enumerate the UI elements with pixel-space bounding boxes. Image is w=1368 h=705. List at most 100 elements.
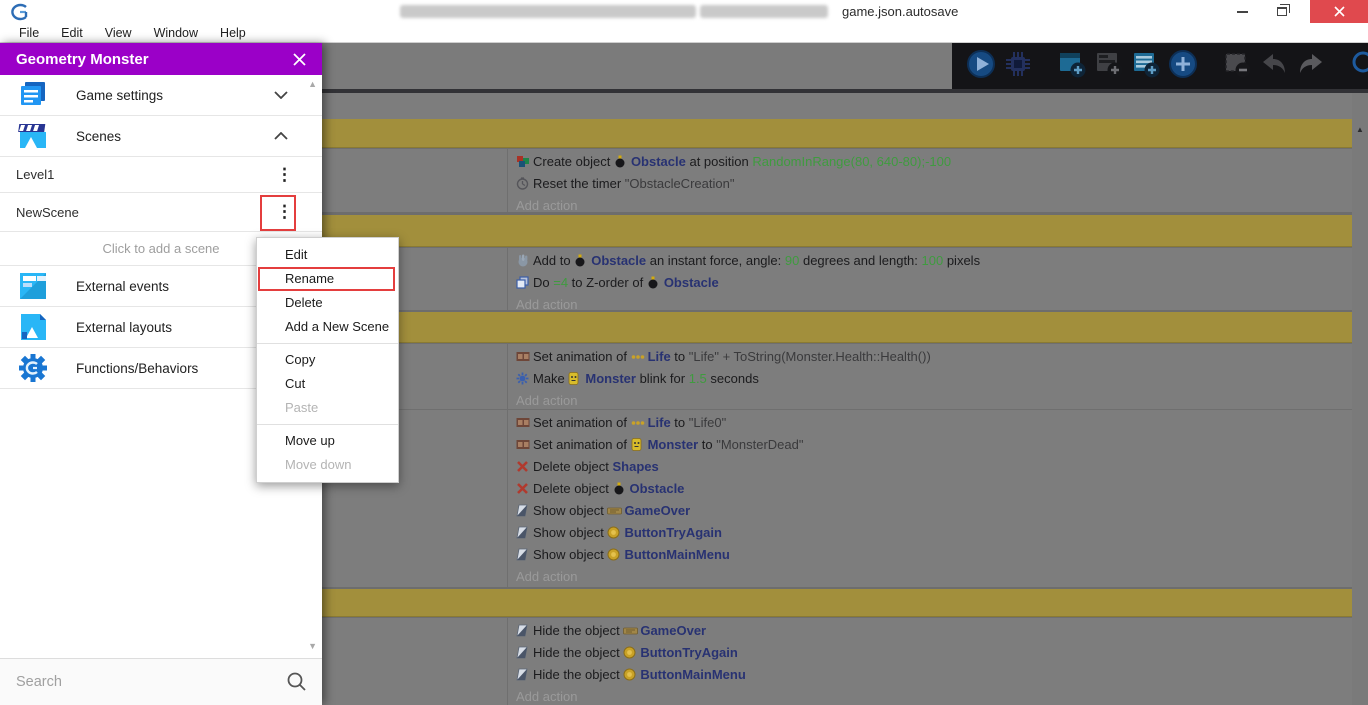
sidebar-item-scenes[interactable]: Scenes (0, 116, 322, 157)
project-title: Geometry Monster (16, 51, 149, 68)
text-segment: Do (533, 275, 553, 290)
text-segment: Show object (533, 547, 607, 562)
delete-x-icon (516, 482, 531, 495)
menu-help[interactable]: Help (209, 24, 257, 42)
button-gold-icon (607, 526, 622, 539)
event-action[interactable]: Delete object Obstacle (516, 478, 1352, 500)
kebab-menu-icon[interactable]: ⋮ (276, 207, 288, 217)
play-button[interactable] (966, 51, 996, 81)
debug-button[interactable] (1003, 51, 1033, 81)
event-action[interactable]: Hide the object GameOver (516, 620, 1352, 642)
add-subevent-button[interactable] (1094, 51, 1124, 81)
event-action[interactable]: Show object ButtonTryAgain (516, 522, 1352, 544)
event-action[interactable]: Make Monster blink for 1.5 seconds (516, 368, 1352, 390)
window-titlebar: game.json.autosave (0, 0, 1368, 24)
text-segment: Monster (648, 437, 699, 452)
context-menu-item-move-down: Move down (257, 453, 398, 477)
text-segment: Hide the object (533, 645, 623, 660)
search-button[interactable] (1350, 51, 1368, 81)
context-menu-item-copy[interactable]: Copy (257, 348, 398, 372)
visibility-icon (516, 526, 531, 539)
sidebar-item-label: Scenes (76, 129, 121, 144)
context-menu-item-rename[interactable]: Rename (257, 267, 398, 291)
blink-icon (516, 372, 531, 385)
menu-window[interactable]: Window (143, 24, 209, 42)
text-segment: GameOver (640, 623, 706, 638)
text-segment: "ObstacleCreation" (625, 176, 735, 191)
text-segment: pixels (943, 253, 980, 268)
add-action-button[interactable]: Add action (516, 566, 1352, 587)
menu-edit[interactable]: Edit (50, 24, 94, 42)
event-action[interactable]: Show object ButtonMainMenu (516, 544, 1352, 566)
close-icon (1334, 6, 1345, 17)
text-segment: Create object (533, 154, 614, 169)
event-action[interactable]: Set animation of Life to "Life" + ToStri… (516, 346, 1352, 368)
monster-icon (631, 438, 646, 451)
add-circle-button[interactable] (1168, 51, 1198, 81)
events-scrollbar[interactable]: ▲ (1352, 93, 1368, 705)
redacted-title-text (400, 5, 696, 18)
redo-button[interactable] (1296, 51, 1326, 81)
scroll-up-icon[interactable]: ▲ (1352, 125, 1368, 134)
text-segment: ButtonMainMenu (640, 667, 745, 682)
obstacle-icon (613, 482, 628, 495)
remove-event-button[interactable] (1222, 51, 1252, 81)
text-segment: Shapes (613, 459, 659, 474)
context-menu-item-delete[interactable]: Delete (257, 291, 398, 315)
delete-x-icon (516, 460, 531, 473)
sidebar-item-game-settings[interactable]: Game settings (0, 75, 322, 116)
menu-view[interactable]: View (94, 24, 143, 42)
event-action[interactable]: Delete object Shapes (516, 456, 1352, 478)
external-events-icon (16, 269, 50, 303)
drawer-scroll-down-icon[interactable]: ▼ (308, 641, 317, 651)
add-comment-button[interactable] (1131, 51, 1161, 81)
event-action[interactable]: Hide the object ButtonTryAgain (516, 642, 1352, 664)
restore-button[interactable] (1262, 0, 1302, 23)
context-menu-item-cut[interactable]: Cut (257, 372, 398, 396)
context-menu-item-move-up[interactable]: Move up (257, 429, 398, 453)
chevron-up-icon[interactable] (274, 132, 288, 140)
close-drawer-button[interactable] (290, 50, 308, 68)
add-event-button[interactable] (1057, 51, 1087, 81)
kebab-menu-icon[interactable]: ⋮ (276, 170, 288, 180)
sidebar-item-label: Game settings (76, 88, 163, 103)
text-segment: Life (648, 415, 671, 430)
close-window-button[interactable] (1310, 0, 1368, 23)
add-action-button[interactable]: Add action (516, 686, 1352, 705)
scene-item-newscene[interactable]: NewScene ⋮ (0, 193, 322, 232)
visibility-icon (516, 624, 531, 637)
text-segment: degrees and length: (799, 253, 921, 268)
text-segment: ButtonTryAgain (640, 645, 738, 660)
event-actions-cell: Add to Obstacle an instant force, angle:… (508, 248, 1352, 310)
search-icon[interactable] (286, 671, 308, 693)
visibility-icon (516, 504, 531, 517)
add-action-button[interactable]: Add action (516, 195, 1352, 212)
menu-file[interactable]: File (8, 24, 50, 42)
chevron-down-icon[interactable] (274, 91, 288, 99)
button-gold-icon (607, 548, 622, 561)
add-action-button[interactable]: Add action (516, 390, 1352, 409)
add-subevent-icon (1094, 49, 1124, 84)
context-menu-item-edit[interactable]: Edit (257, 243, 398, 267)
visibility-icon (516, 548, 531, 561)
event-action[interactable]: Show object GameOver (516, 500, 1352, 522)
scene-item-level1[interactable]: Level1 ⋮ (0, 157, 322, 193)
event-action[interactable]: Reset the timer "ObstacleCreation" (516, 173, 1352, 195)
drawer-scroll-up-icon[interactable]: ▲ (308, 79, 317, 89)
context-menu-item-add-a-new-scene[interactable]: Add a New Scene (257, 315, 398, 339)
search-bar (0, 658, 322, 705)
event-action[interactable]: Create object Obstacle at position Rando… (516, 151, 1352, 173)
event-action[interactable]: Do =4 to Z-order of Obstacle (516, 272, 1352, 294)
text-segment: 100 (922, 253, 944, 268)
minimize-button[interactable] (1222, 0, 1262, 23)
event-action[interactable]: Set animation of Life to "Life0" (516, 412, 1352, 434)
add-action-button[interactable]: Add action (516, 294, 1352, 310)
event-action[interactable]: Hide the object ButtonMainMenu (516, 664, 1352, 686)
text-segment: seconds (707, 371, 759, 386)
text-segment: an instant force, angle: (646, 253, 785, 268)
undo-button[interactable] (1259, 51, 1289, 81)
search-input[interactable] (16, 674, 266, 690)
event-action[interactable]: Add to Obstacle an instant force, angle:… (516, 250, 1352, 272)
redacted-title-text (700, 5, 828, 18)
event-action[interactable]: Set animation of Monster to "MonsterDead… (516, 434, 1352, 456)
